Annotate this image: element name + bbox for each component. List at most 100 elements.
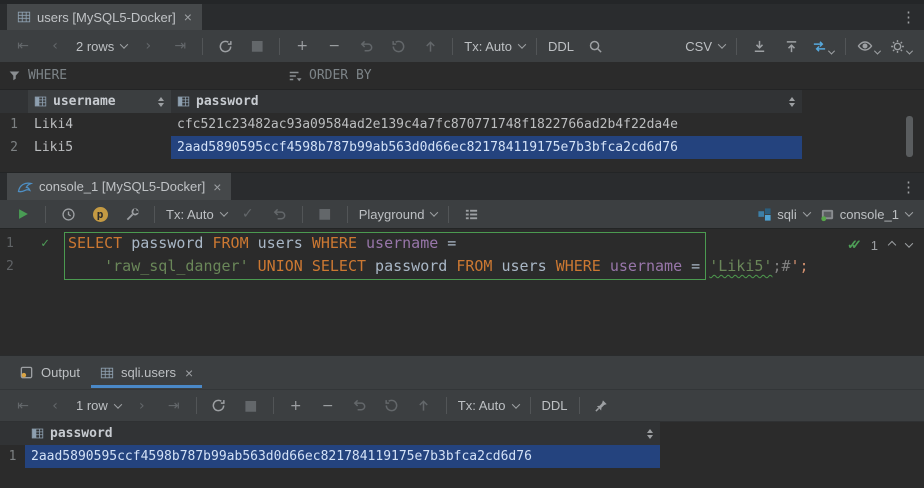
previous-page-button[interactable]: ‹: [40, 394, 70, 418]
page-size-dropdown[interactable]: 2 rows: [72, 34, 131, 58]
delete-row-button[interactable]: −: [313, 394, 343, 418]
grid-header-row: password: [0, 422, 924, 445]
order-by-label: ORDER BY: [309, 68, 372, 83]
export-data-icon[interactable]: [776, 34, 806, 58]
sql-code-line[interactable]: SELECT password FROM users WHERE usernam…: [68, 232, 456, 255]
close-icon[interactable]: ×: [184, 9, 192, 25]
tx-mode-dropdown[interactable]: Tx: Auto: [454, 394, 523, 418]
kebab-menu-icon[interactable]: ⋮: [901, 178, 916, 196]
sort-icon[interactable]: [158, 97, 164, 107]
users-grid-panel: WHERE ORDER BY username password 1Liki4c…: [0, 62, 924, 172]
sql-editor[interactable]: 1✓SELECT password FROM users WHERE usern…: [0, 228, 924, 356]
cell-password[interactable]: 2aad5890595ccf4598b787b99ab563d0d66ec821…: [171, 136, 802, 159]
table-icon: [17, 10, 31, 24]
statement-success-icon: ✓: [32, 232, 56, 255]
view-options-icon[interactable]: [853, 34, 884, 58]
submit-icon[interactable]: [409, 394, 439, 418]
grid-header-row: username password: [0, 90, 802, 113]
pin-tab-icon[interactable]: [587, 394, 617, 418]
close-icon[interactable]: ×: [185, 365, 193, 381]
sort-icon[interactable]: [647, 429, 653, 439]
column-header-username[interactable]: username: [28, 90, 171, 113]
import-data-icon[interactable]: [744, 34, 774, 58]
column-header-password[interactable]: password: [25, 422, 660, 445]
export-format-dropdown[interactable]: CSV: [681, 34, 729, 58]
table-row[interactable]: 12aad5890595ccf4598b787b99ab563d0d66ec82…: [0, 445, 924, 468]
tab-users-grid[interactable]: users [MySQL5-Docker] ×: [7, 4, 202, 30]
mysql-dolphin-icon: [17, 179, 33, 195]
stop-icon[interactable]: ■: [236, 394, 266, 418]
reload-icon[interactable]: [210, 34, 240, 58]
console-tab-bar: console_1 [MySQL5-Docker] × ⋮: [0, 172, 924, 200]
ddl-button[interactable]: DDL: [538, 394, 572, 418]
run-config-icon[interactable]: [456, 202, 486, 226]
tab-title: console_1 [MySQL5-Docker]: [39, 179, 205, 194]
reload-icon[interactable]: [204, 394, 234, 418]
tx-mode-dropdown[interactable]: Tx: Auto: [162, 202, 231, 226]
navigate-up-icon[interactable]: [888, 241, 896, 249]
results-grid-body: 12aad5890595ccf4598b787b99ab563d0d66ec82…: [0, 445, 924, 468]
vertical-scrollbar[interactable]: [906, 116, 913, 157]
run-button[interactable]: [8, 202, 38, 226]
parameters-icon[interactable]: p: [85, 202, 115, 226]
cell-password[interactable]: cfc521c23482ac93a09584ad2e139c4a7fc87077…: [171, 113, 802, 136]
session-selector-dropdown[interactable]: console_1: [816, 202, 916, 226]
commit-check-icon[interactable]: ✓: [233, 202, 263, 226]
first-page-button[interactable]: ⇤: [8, 34, 38, 58]
ddl-button[interactable]: DDL: [544, 34, 578, 58]
close-icon[interactable]: ×: [213, 179, 221, 195]
sql-code-line[interactable]: 'raw_sql_danger' UNION SELECT password F…: [68, 255, 809, 278]
next-page-button[interactable]: ›: [133, 34, 163, 58]
refresh-alt-icon[interactable]: [377, 394, 407, 418]
history-clock-icon[interactable]: [53, 202, 83, 226]
page-size-dropdown[interactable]: 1 row: [72, 394, 125, 418]
settings-gear-icon[interactable]: [886, 34, 916, 58]
console-toolbar: p Tx: Auto ✓ ■ Playground sqli console_1: [0, 200, 924, 228]
where-filter-input[interactable]: WHERE: [0, 62, 75, 89]
table-row[interactable]: 1Liki4cfc521c23482ac93a09584ad2e139c4a7f…: [0, 113, 924, 136]
tab-output[interactable]: Output: [10, 356, 89, 389]
wrench-settings-icon[interactable]: [117, 202, 147, 226]
last-page-button[interactable]: ⇥: [165, 34, 195, 58]
cell-username[interactable]: Liki5: [28, 136, 171, 159]
cell-username[interactable]: Liki4: [28, 113, 171, 136]
tab-console[interactable]: console_1 [MySQL5-Docker] ×: [7, 173, 231, 200]
refresh-alt-icon[interactable]: [383, 34, 413, 58]
results-toolbar: ⇤ ‹ 1 row › ⇥ ■ + − Tx: Auto DDL: [0, 389, 924, 422]
editor-tab-bar: users [MySQL5-Docker] × ⋮: [0, 0, 924, 30]
revert-icon[interactable]: [351, 34, 381, 58]
first-page-button[interactable]: ⇤: [8, 394, 38, 418]
fold-marker[interactable]: [56, 255, 68, 278]
stop-icon[interactable]: ■: [310, 202, 340, 226]
statement-result-widget: ✓✓ 1: [847, 237, 912, 253]
table-row[interactable]: 2Liki52aad5890595ccf4598b787b99ab563d0d6…: [0, 136, 924, 159]
row-number: 2: [0, 136, 28, 159]
table-icon: [100, 366, 114, 380]
add-row-button[interactable]: +: [287, 34, 317, 58]
stop-icon[interactable]: ■: [242, 34, 272, 58]
navigate-down-icon[interactable]: [905, 239, 913, 247]
order-by-input[interactable]: ORDER BY: [280, 62, 380, 89]
playground-mode-dropdown[interactable]: Playground: [355, 202, 442, 226]
add-row-button[interactable]: +: [281, 394, 311, 418]
last-page-button[interactable]: ⇥: [159, 394, 189, 418]
column-header-password[interactable]: password: [171, 90, 802, 113]
fold-marker[interactable]: [56, 232, 68, 255]
rollback-icon[interactable]: [265, 202, 295, 226]
grid-toolbar: ⇤ ‹ 2 rows › ⇥ ■ + − Tx: Auto DDL CSV: [0, 30, 924, 62]
compare-icon[interactable]: [808, 34, 838, 58]
previous-page-button[interactable]: ‹: [40, 34, 70, 58]
column-icon: [177, 95, 190, 108]
results-grid-panel: password 12aad5890595ccf4598b787b99ab563…: [0, 422, 924, 488]
sort-icon[interactable]: [789, 97, 795, 107]
schema-selector-dropdown[interactable]: sqli: [753, 202, 814, 226]
tab-sqli-users[interactable]: sqli.users ×: [91, 356, 202, 389]
kebab-menu-icon[interactable]: ⋮: [901, 8, 916, 26]
search-icon[interactable]: [580, 34, 610, 58]
revert-icon[interactable]: [345, 394, 375, 418]
tx-mode-dropdown[interactable]: Tx: Auto: [460, 34, 529, 58]
submit-icon[interactable]: [415, 34, 445, 58]
next-page-button[interactable]: ›: [127, 394, 157, 418]
cell-password[interactable]: 2aad5890595ccf4598b787b99ab563d0d66ec821…: [25, 445, 660, 468]
delete-row-button[interactable]: −: [319, 34, 349, 58]
